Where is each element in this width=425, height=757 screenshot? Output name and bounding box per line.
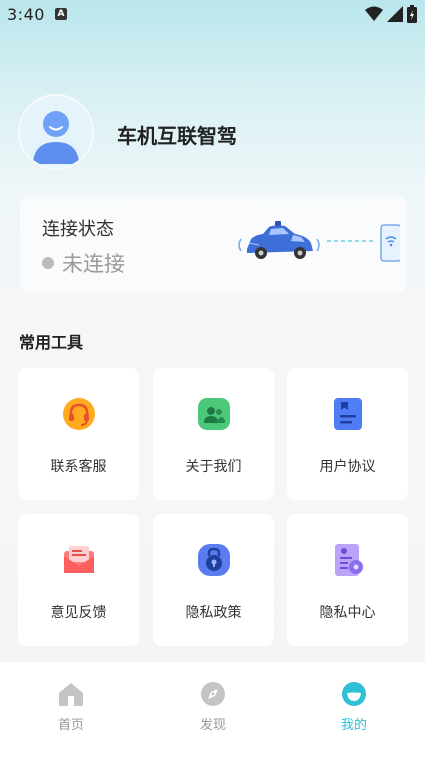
connection-status: 未连接 — [42, 248, 125, 278]
status-bar: 3:40 A — [0, 0, 425, 30]
tool-label: 联系客服 — [50, 459, 107, 475]
tab-home[interactable]: 首页 — [0, 662, 142, 742]
tab-label: 我的 — [340, 718, 367, 733]
tool-label: 关于我们 — [185, 459, 242, 475]
connection-title: 连接状态 — [42, 219, 114, 240]
profile-header: 车机互联智驾 — [20, 96, 400, 168]
tool-contact-support[interactable]: 联系客服 — [18, 368, 139, 500]
connection-card[interactable]: 连接状态 未连接 — [20, 195, 407, 293]
tool-label: 用户协议 — [319, 459, 376, 475]
privacy-settings-icon — [335, 544, 363, 576]
bottom-tab-bar: 首页 发现 我的 — [0, 662, 425, 757]
status-dot-icon — [42, 257, 54, 269]
tool-about-us[interactable]: 关于我们 — [153, 368, 274, 500]
home-icon — [59, 683, 83, 706]
tool-feedback[interactable]: 意见反馈 — [18, 514, 139, 646]
app-name: 车机互联智驾 — [117, 124, 237, 148]
status-icons — [365, 5, 417, 23]
connection-status-text: 未连接 — [62, 252, 125, 276]
tab-discover[interactable]: 发现 — [142, 662, 284, 742]
tool-label: 隐私政策 — [185, 605, 242, 621]
tab-profile[interactable]: 我的 — [283, 662, 425, 742]
tool-label: 意见反馈 — [50, 605, 107, 621]
status-time: 3:40 — [7, 5, 45, 24]
tools-section-title: 常用工具 — [19, 333, 84, 352]
compass-icon — [201, 682, 225, 706]
tool-user-agreement[interactable]: 用户协议 — [287, 368, 408, 500]
avatar[interactable] — [20, 96, 92, 168]
battery-icon — [407, 5, 417, 23]
tool-privacy-center[interactable]: 隐私中心 — [287, 514, 408, 646]
headset-icon — [63, 398, 95, 430]
tool-label: 隐私中心 — [319, 605, 376, 621]
notification-icon: A — [55, 8, 67, 20]
mail-icon — [64, 546, 94, 573]
car-phone-illustration — [238, 221, 400, 262]
tab-label: 发现 — [199, 718, 226, 733]
lock-icon — [198, 544, 230, 576]
signal-icon — [387, 6, 403, 22]
profile-face-icon — [342, 682, 366, 706]
tab-label: 首页 — [57, 718, 84, 733]
document-icon — [334, 398, 362, 430]
wifi-icon — [365, 6, 383, 21]
user-avatar-icon — [20, 96, 92, 168]
team-icon — [198, 398, 230, 430]
tool-privacy-policy[interactable]: 隐私政策 — [153, 514, 274, 646]
